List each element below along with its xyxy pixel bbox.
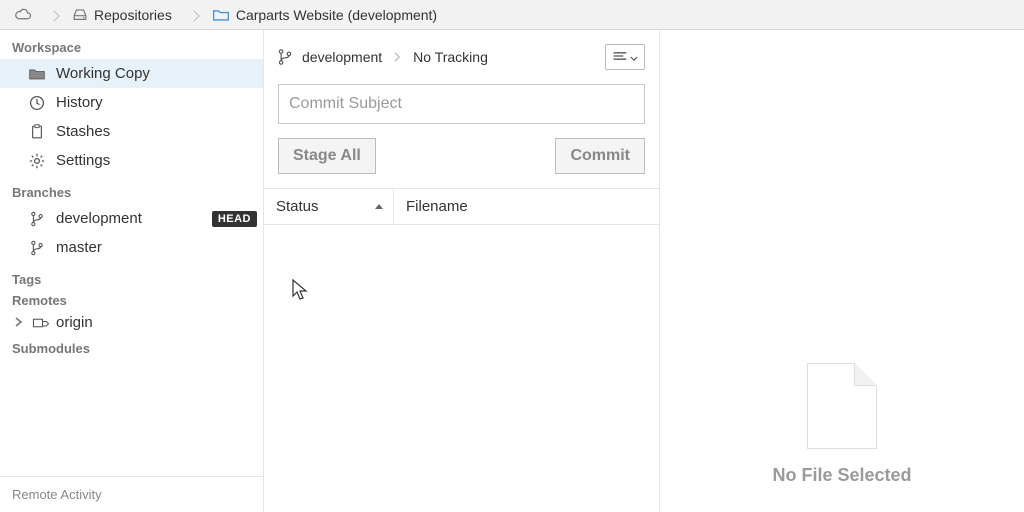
sidebar-item-label: History xyxy=(56,94,103,111)
sidebar-item-working-copy[interactable]: Working Copy xyxy=(0,59,263,88)
commit-options-menu[interactable] xyxy=(605,44,645,70)
sidebar-item-label: Working Copy xyxy=(56,65,150,82)
sidebar-item-stashes[interactable]: Stashes xyxy=(0,117,263,146)
stage-all-button[interactable]: Stage All xyxy=(278,138,376,174)
section-tags-label: Tags xyxy=(0,262,263,291)
branch-icon xyxy=(278,48,292,66)
chevron-down-icon xyxy=(630,49,638,65)
branch-tracking-row: development No Tracking xyxy=(278,44,645,70)
no-file-selected-text: No File Selected xyxy=(772,465,911,486)
breadcrumb-current-repo[interactable]: Carparts Website (development) xyxy=(204,0,445,29)
section-submodules-label: Submodules xyxy=(0,331,263,360)
clock-icon xyxy=(28,95,46,111)
breadcrumb-cloud[interactable] xyxy=(6,0,40,29)
current-branch-name[interactable]: development xyxy=(302,49,382,65)
remote-activity-label: Remote Activity xyxy=(0,476,263,512)
branch-icon xyxy=(28,240,46,256)
folder-closed-icon xyxy=(28,67,46,81)
commit-subject-input[interactable] xyxy=(278,84,645,124)
file-placeholder-icon xyxy=(807,363,877,449)
clipboard-icon xyxy=(28,124,46,140)
section-branches-label: Branches xyxy=(0,175,263,204)
head-badge: HEAD xyxy=(212,211,257,227)
sidebar-item-label: development xyxy=(56,210,142,227)
file-preview-panel: No File Selected xyxy=(660,30,1024,512)
branch-icon xyxy=(28,211,46,227)
section-remotes-label: Remotes xyxy=(0,291,263,312)
sidebar-branch-master[interactable]: master xyxy=(0,233,263,262)
chevron-right-icon xyxy=(44,7,60,23)
commit-button[interactable]: Commit xyxy=(555,138,645,174)
column-filename[interactable]: Filename xyxy=(394,189,480,224)
drive-icon xyxy=(72,8,88,22)
tracking-label[interactable]: No Tracking xyxy=(413,49,488,65)
breadcrumb-bar: Repositories Carparts Website (developme… xyxy=(0,0,1024,30)
commit-panel: development No Tracking Stage All Comm xyxy=(264,30,660,512)
sidebar-item-settings[interactable]: Settings xyxy=(0,146,263,175)
changes-table-header: Status Filename xyxy=(264,189,659,225)
sidebar-branch-development[interactable]: development HEAD xyxy=(0,204,263,233)
menu-icon xyxy=(612,49,628,65)
chevron-right-icon xyxy=(184,7,200,23)
sidebar-item-label: master xyxy=(56,239,102,256)
breadcrumb-repositories[interactable]: Repositories xyxy=(64,0,180,29)
chevron-right-icon xyxy=(12,314,26,331)
section-workspace-label: Workspace xyxy=(0,30,263,59)
column-status[interactable]: Status xyxy=(264,189,394,224)
sidebar-item-label: Settings xyxy=(56,152,110,169)
sidebar-item-label: Stashes xyxy=(56,123,110,140)
cloud-icon xyxy=(14,8,32,22)
folder-icon xyxy=(212,8,230,22)
breadcrumb-repositories-label: Repositories xyxy=(94,7,172,23)
cursor-icon xyxy=(292,279,308,304)
chevron-right-icon xyxy=(394,49,401,65)
sidebar-remote-origin[interactable]: origin xyxy=(0,314,263,331)
sidebar-item-label: origin xyxy=(56,314,93,331)
gear-icon xyxy=(28,153,46,169)
sidebar: Workspace Working Copy History Stashes xyxy=(0,30,264,512)
breadcrumb-repo-label: Carparts Website (development) xyxy=(236,7,437,23)
remote-icon xyxy=(32,316,50,330)
changes-table-body xyxy=(264,225,659,512)
sidebar-item-history[interactable]: History xyxy=(0,88,263,117)
